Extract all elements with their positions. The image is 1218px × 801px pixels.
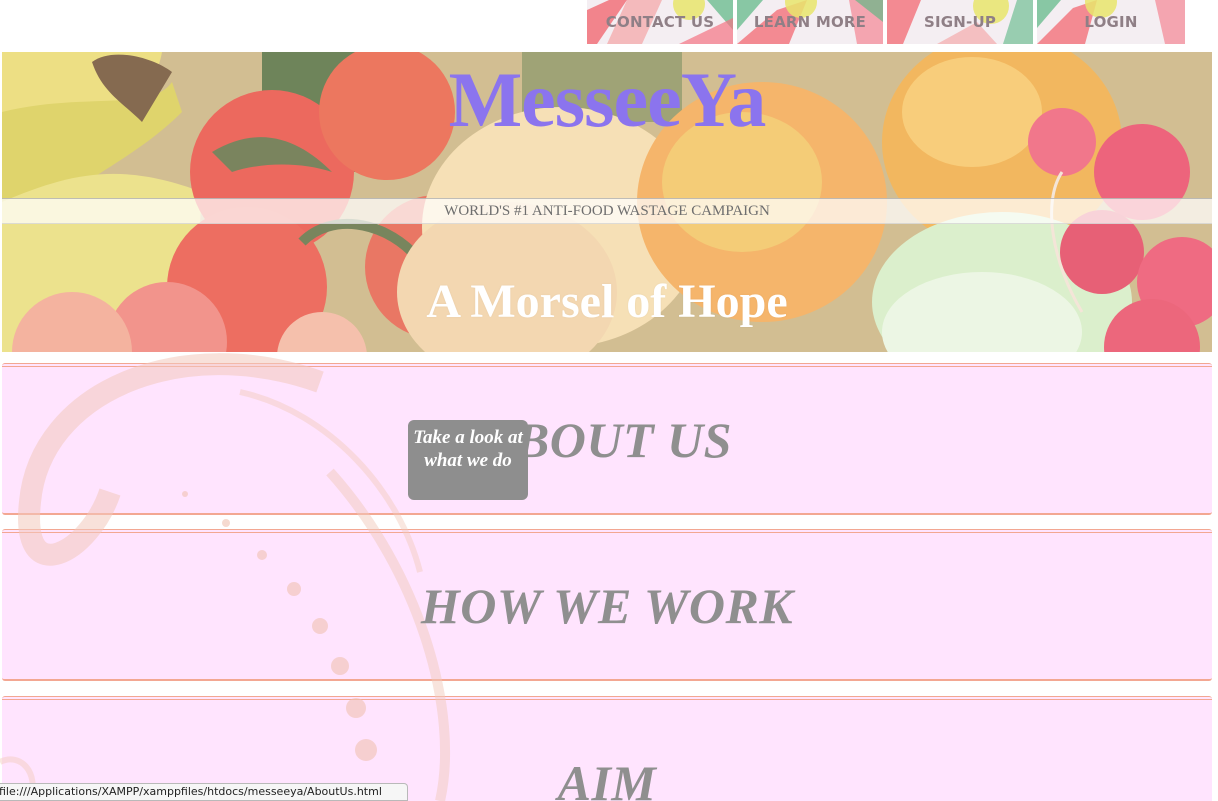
about-us-section[interactable]: ABOUT US <box>2 363 1212 515</box>
nav-contact-us-button[interactable]: CONTACT US <box>587 0 733 44</box>
nav-sign-up-label: SIGN-UP <box>923 13 997 31</box>
hero-banner: MesseeYa WORLD'S #1 ANTI-FOOD WASTAGE CA… <box>2 52 1212 352</box>
hero-headline: A Morsel of Hope <box>426 275 788 328</box>
top-nav: CONTACT US LEARN MORE SIGN-UP LOGIN <box>587 0 1185 44</box>
nav-sign-up-button[interactable]: SIGN-UP <box>887 0 1033 44</box>
brand-title: MesseeYa <box>448 56 767 143</box>
nav-login-button[interactable]: LOGIN <box>1037 0 1185 44</box>
nav-login-label: LOGIN <box>1084 13 1138 31</box>
tagline: WORLD'S #1 ANTI-FOOD WASTAGE CAMPAIGN <box>2 198 1212 224</box>
nav-learn-more-label: LEARN MORE <box>753 13 867 31</box>
how-we-work-title: HOW WE WORK <box>420 578 794 634</box>
nav-learn-more-button[interactable]: LEARN MORE <box>737 0 883 44</box>
nav-contact-us-label: CONTACT US <box>605 13 715 31</box>
status-bar-url: file:///Applications/XAMPP/xamppfiles/ht… <box>0 783 408 801</box>
aim-title: AIM <box>557 755 657 801</box>
how-we-work-section[interactable]: HOW WE WORK <box>2 529 1212 681</box>
tooltip: Take a look at what we do <box>408 420 528 500</box>
page: CONTACT US LEARN MORE SIGN-UP LOGIN Mess… <box>0 0 1218 801</box>
